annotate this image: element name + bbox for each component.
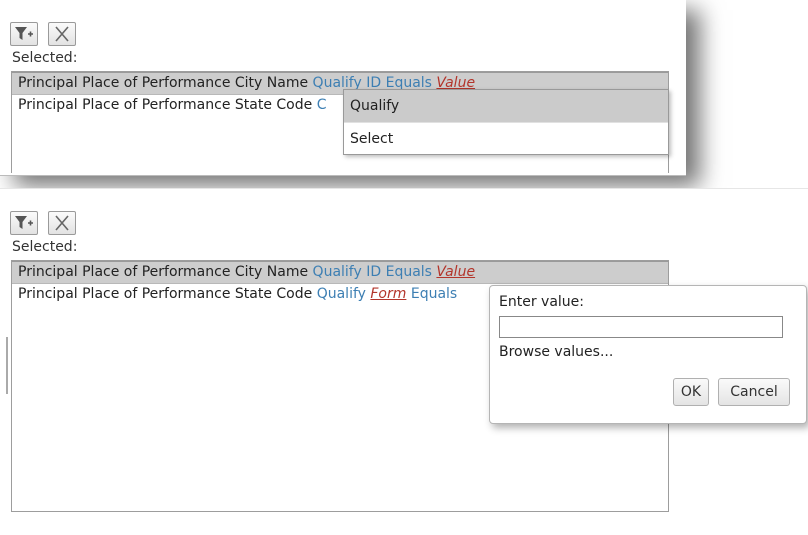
qualify-keyword[interactable]: Qualify xyxy=(317,286,366,302)
ok-button[interactable]: OK xyxy=(673,378,709,406)
filter-plus-icon xyxy=(15,216,33,229)
equals-keyword[interactable]: Equals xyxy=(411,286,457,302)
remove-filter-button[interactable] xyxy=(48,22,76,46)
field-name: Principal Place of Performance City Name xyxy=(18,75,309,91)
field-name: Principal Place of Performance State Cod… xyxy=(18,286,313,302)
value-input[interactable] xyxy=(499,316,783,338)
context-menu: Qualify Select xyxy=(343,89,669,155)
close-x-icon xyxy=(55,26,69,42)
bottom-filter-panel: Selected: Principal Place of Performance… xyxy=(0,188,808,535)
field-name: Principal Place of Performance State Cod… xyxy=(18,97,313,113)
remove-filter-button[interactable] xyxy=(48,211,76,235)
cancel-button[interactable]: Cancel xyxy=(718,378,790,406)
form-link[interactable]: Form xyxy=(370,286,406,302)
top-filter-panel: Selected: Principal Place of Performance… xyxy=(0,0,686,176)
left-edge-marker xyxy=(6,337,8,367)
browse-values-link[interactable]: Browse values... xyxy=(499,344,613,360)
enter-value-label: Enter value: xyxy=(499,294,584,310)
menu-item-qualify[interactable]: Qualify xyxy=(344,90,668,122)
value-link[interactable]: Value xyxy=(436,264,475,280)
list-item[interactable]: Principal Place of Performance City Name… xyxy=(12,261,668,284)
filter-plus-icon xyxy=(15,27,33,40)
menu-item-select[interactable]: Select xyxy=(344,122,668,154)
equals-keyword[interactable]: Equals xyxy=(386,264,432,280)
field-name: Principal Place of Performance City Name xyxy=(18,264,309,280)
left-edge-marker xyxy=(6,364,8,394)
partial-keyword[interactable]: C xyxy=(317,97,327,113)
add-filter-button[interactable] xyxy=(10,22,38,46)
id-keyword[interactable]: ID xyxy=(366,264,381,280)
close-x-icon xyxy=(55,215,69,231)
selected-label: Selected: xyxy=(12,50,78,66)
enter-value-dialog: Enter value: Browse values... OK Cancel xyxy=(489,285,807,424)
add-filter-button[interactable] xyxy=(10,211,38,235)
selected-label: Selected: xyxy=(12,239,78,255)
qualify-keyword[interactable]: Qualify xyxy=(313,264,362,280)
